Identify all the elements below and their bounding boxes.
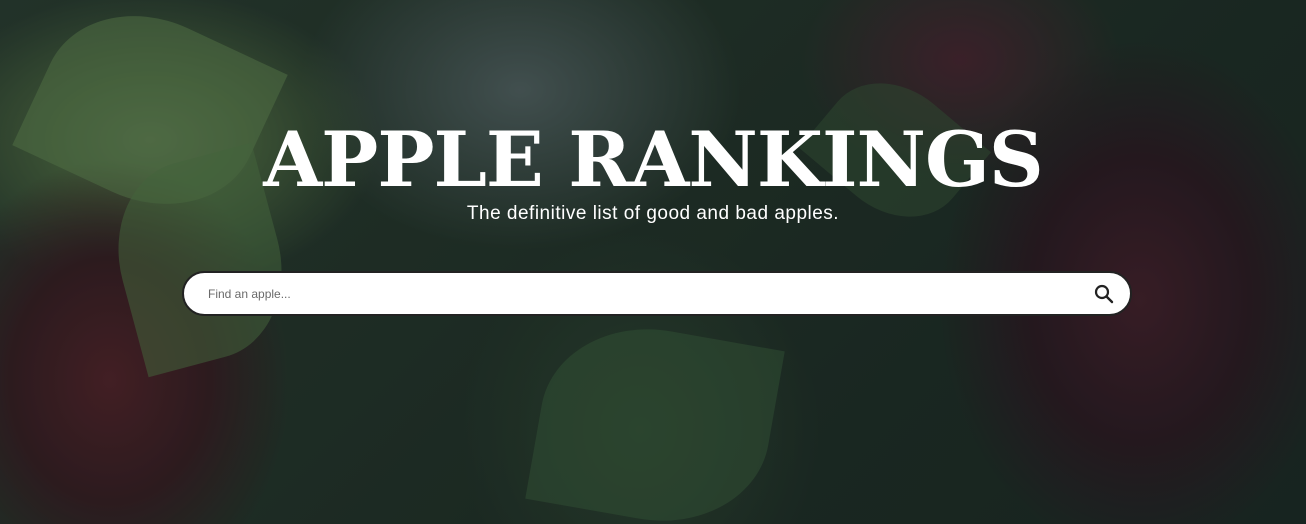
hero-background: APPLE RANKINGS The definitive list of go…	[0, 0, 1306, 524]
search-input[interactable]	[206, 285, 1084, 302]
search-bar	[182, 271, 1132, 316]
hero-content: APPLE RANKINGS The definitive list of go…	[0, 0, 1306, 524]
page-title: APPLE RANKINGS	[263, 115, 1044, 204]
search-icon	[1094, 284, 1114, 303]
page-subtitle: The definitive list of good and bad appl…	[466, 203, 840, 224]
search-button[interactable]	[1084, 274, 1124, 314]
